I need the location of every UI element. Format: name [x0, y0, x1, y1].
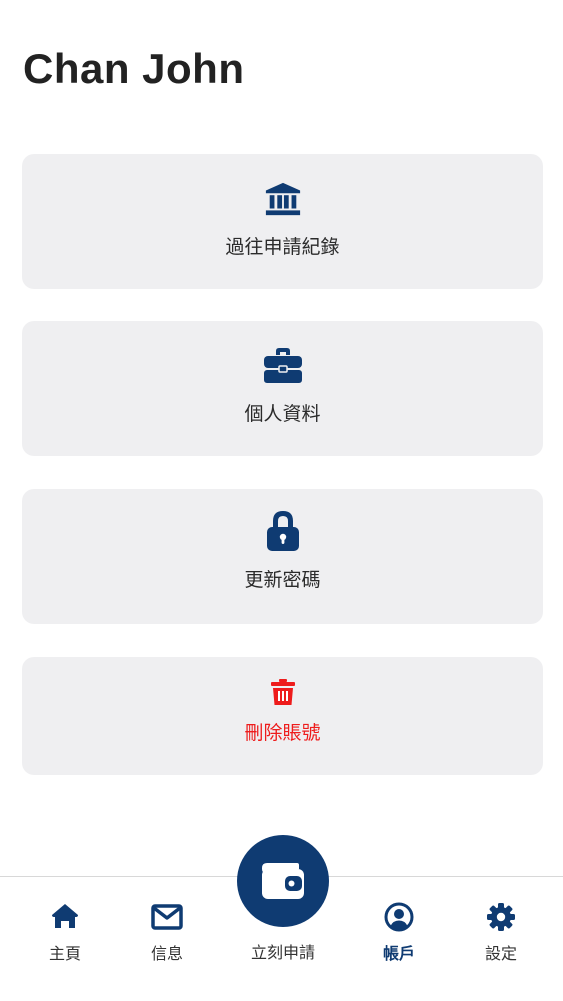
delete-account-label: 刪除賬號 — [244, 722, 321, 744]
tab-account[interactable]: 帳戶 — [354, 877, 444, 977]
apply-now-label: 立刻申請 — [250, 943, 315, 962]
update-password-label: 更新密碼 — [244, 569, 321, 591]
update-password-button[interactable]: 更新密碼 — [22, 489, 543, 624]
tab-messages[interactable]: 信息 — [122, 877, 212, 977]
tab-account-label: 帳戶 — [382, 944, 415, 963]
past-applications-label: 過往申請紀錄 — [225, 236, 340, 258]
tab-home-label: 主頁 — [48, 944, 81, 963]
gear-icon — [487, 903, 515, 931]
briefcase-icon — [263, 348, 302, 383]
wallet-icon — [262, 863, 304, 899]
tab-home[interactable]: 主頁 — [20, 877, 110, 977]
delete-account-button[interactable]: 刪除賬號 — [22, 657, 543, 775]
tab-messages-label: 信息 — [150, 944, 183, 963]
personal-info-label: 個人資料 — [244, 403, 321, 425]
bank-icon — [265, 182, 300, 216]
trash-icon — [270, 679, 295, 705]
home-icon — [52, 904, 78, 928]
past-applications-button[interactable]: 過往申請紀錄 — [22, 154, 543, 289]
tab-settings-label: 設定 — [484, 944, 517, 963]
apply-now-button[interactable] — [237, 835, 329, 927]
page-title: Chan John — [23, 45, 245, 92]
personal-info-button[interactable]: 個人資料 — [22, 321, 543, 456]
envelope-icon — [151, 904, 183, 930]
user-circle-icon — [384, 902, 414, 932]
lock-icon — [266, 511, 299, 551]
tab-settings[interactable]: 設定 — [456, 877, 546, 977]
